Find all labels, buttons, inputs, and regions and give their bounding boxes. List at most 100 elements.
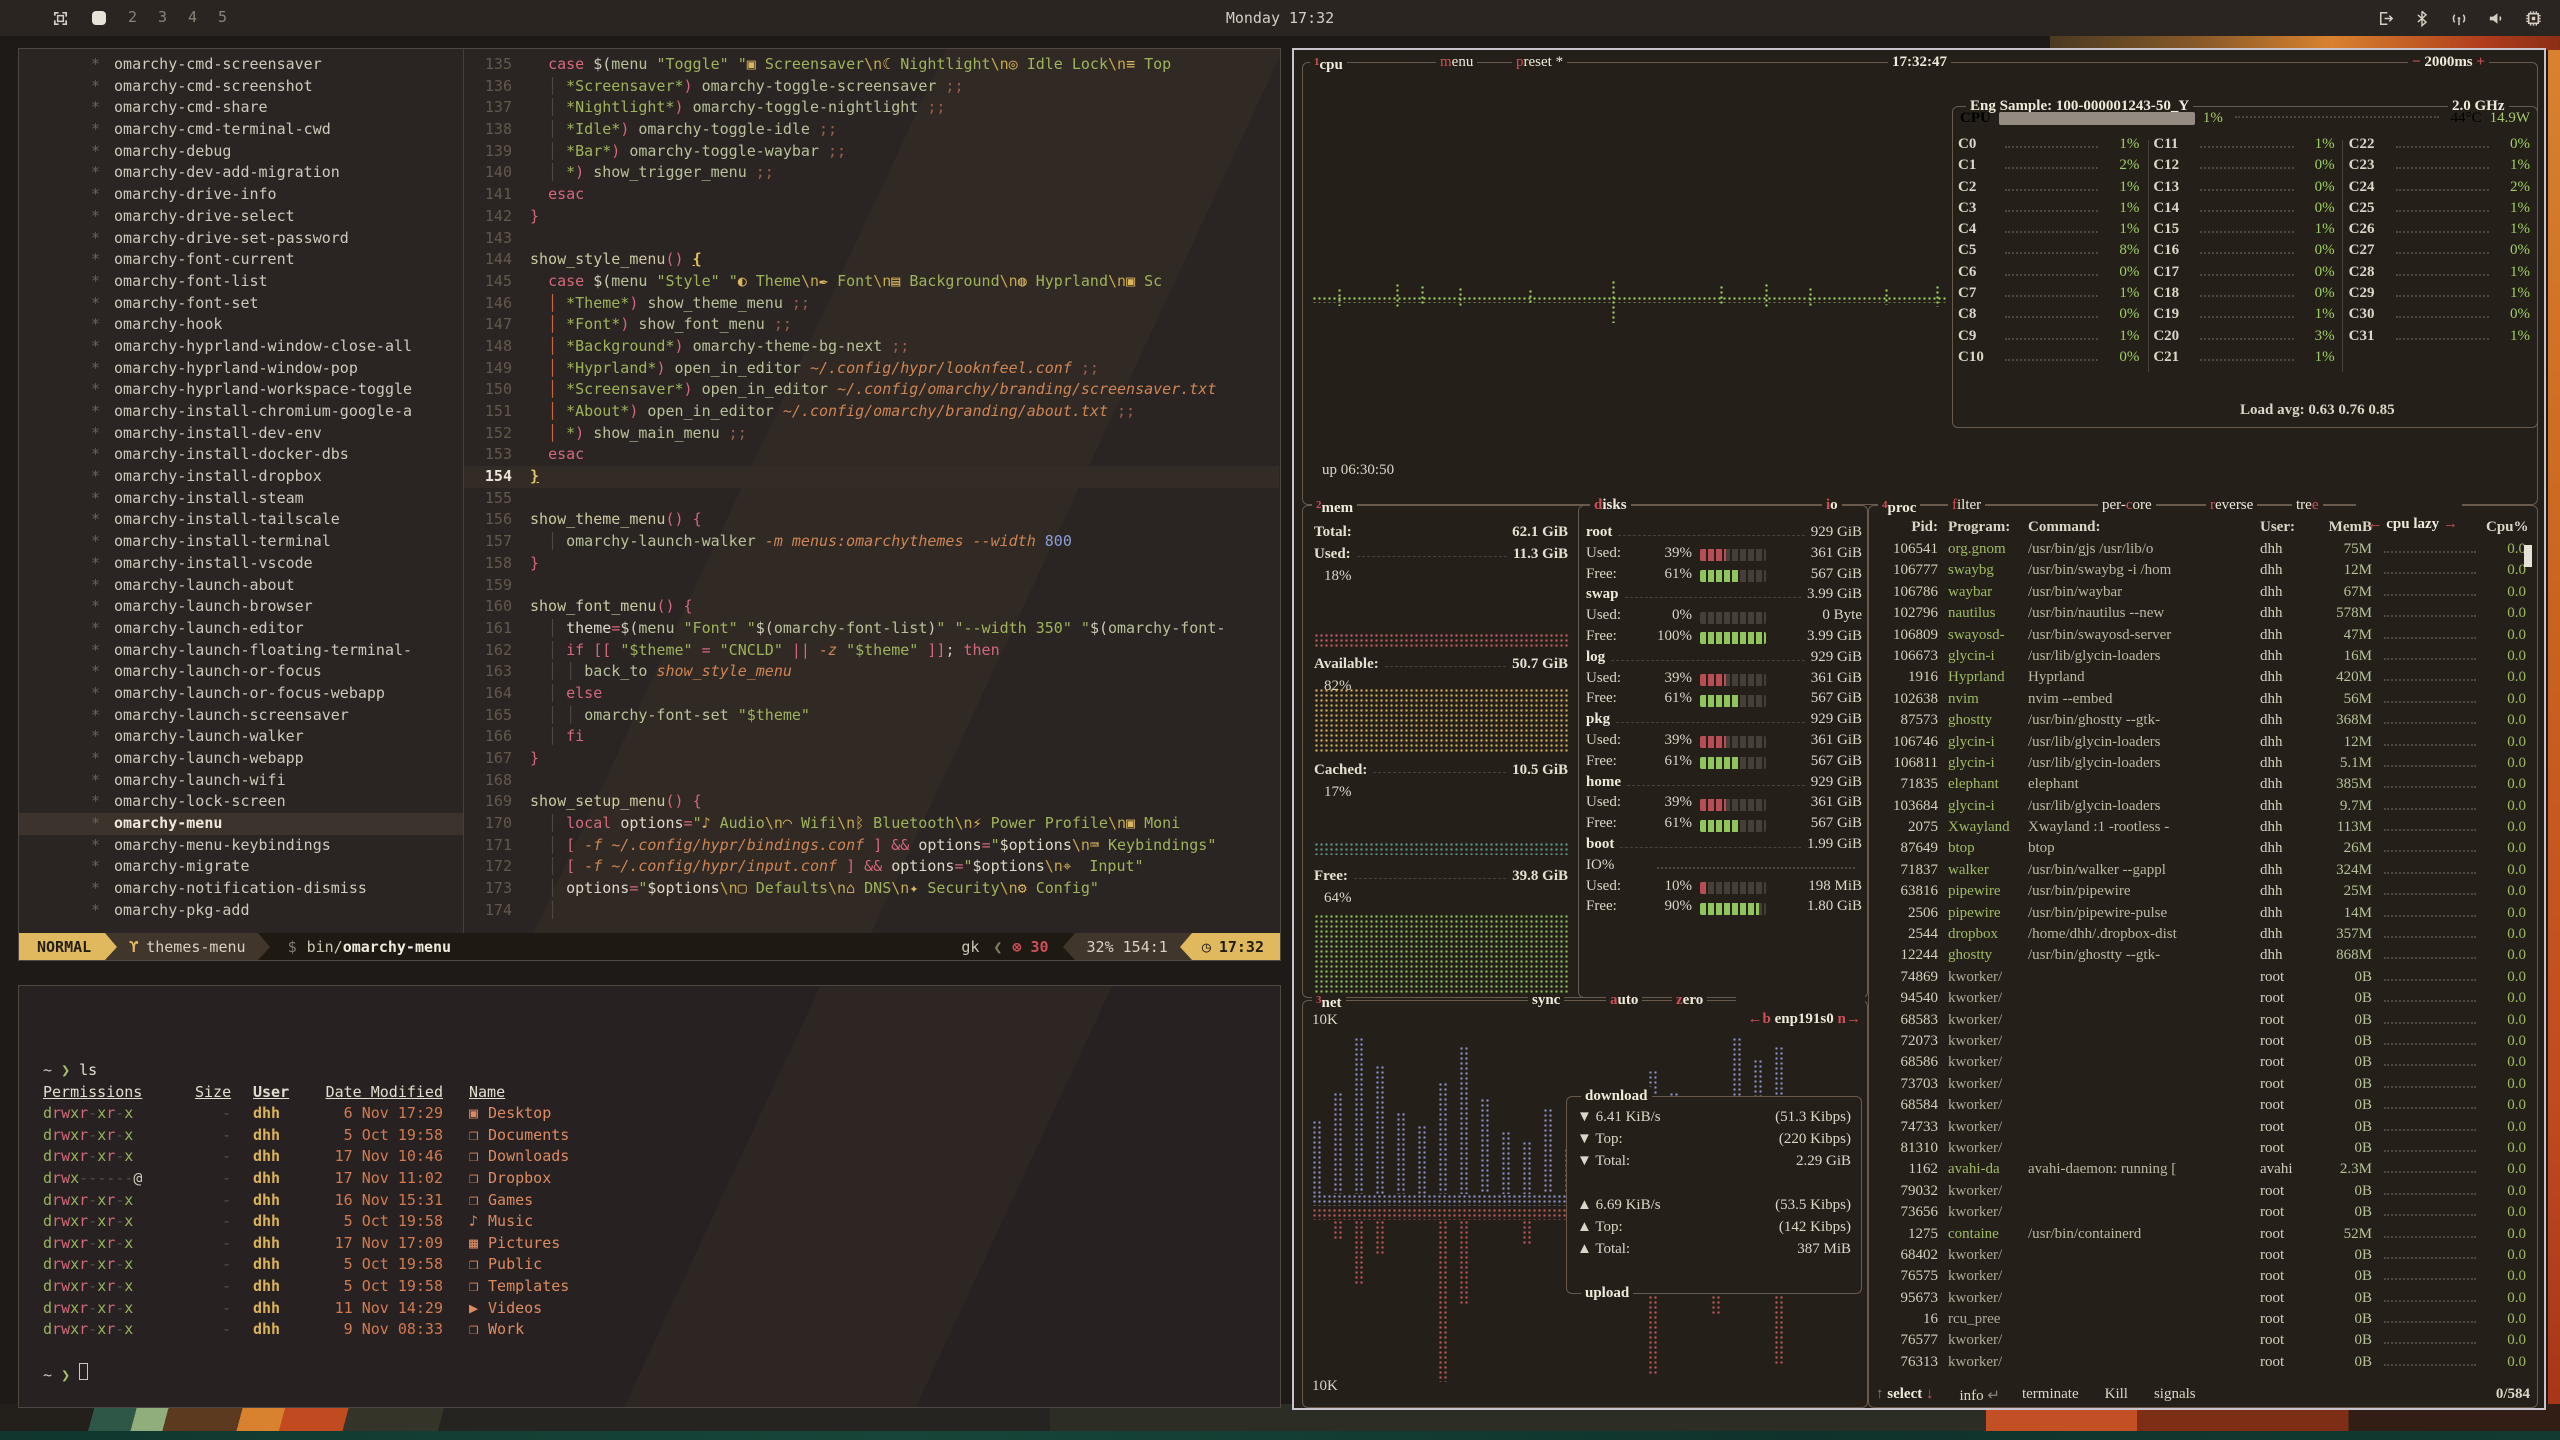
file-item[interactable]: *omarchy-hyprland-window-pop [19,358,463,380]
file-item[interactable]: *omarchy-launch-editor [19,618,463,640]
file-item[interactable]: *omarchy-debug [19,141,463,163]
code-line[interactable]: 168 [464,770,1279,792]
file-item[interactable]: *omarchy-notification-dismiss [19,878,463,900]
file-item[interactable]: *omarchy-lock-screen [19,791,463,813]
code-line[interactable]: 172 │ [ -f ~/.config/hypr/input.conf ] &… [464,856,1279,878]
code-line[interactable]: 159 [464,575,1279,597]
process-row[interactable]: 73656kworker/root0B0.0 [1876,1204,2526,1225]
process-row[interactable]: 2075XwaylandXwayland :1 -rootless -dhh11… [1876,819,2526,840]
file-item[interactable]: *omarchy-launch-floating-terminal- [19,640,463,662]
code-line[interactable]: 147 │ *Font*) show_font_menu ;; [464,314,1279,336]
file-item[interactable]: *omarchy-drive-info [19,184,463,206]
process-row[interactable]: 74733kworker/root0B0.0 [1876,1119,2526,1140]
git-branch[interactable]: ϒ themes-menu [117,933,257,960]
process-row[interactable]: 1916HyprlandHyprlanddhh420M0.0 [1876,669,2526,690]
code-line[interactable]: 170 │ local options="♪ Audio\n◠ Wifi\nᛒ … [464,813,1279,835]
network-icon[interactable] [2446,0,2472,36]
process-row[interactable]: 81310kworker/root0B0.0 [1876,1140,2526,1161]
code-line[interactable]: 146 │ *Theme*) show_theme_menu ;; [464,293,1279,315]
code-line[interactable]: 167} [464,748,1279,770]
process-row[interactable]: 1162avahi-daavahi-daemon: running [avahi… [1876,1161,2526,1182]
file-item[interactable]: *omarchy-install-dev-env [19,423,463,445]
code-line[interactable]: 171 │ [ -f ~/.config/hypr/bindings.conf … [464,835,1279,857]
code-line[interactable]: 135 case $(menu "Toggle" "▣ Screensaver\… [464,54,1279,76]
file-item[interactable]: *omarchy-hyprland-workspace-toggle [19,379,463,401]
process-row[interactable]: 68583kworker/root0B0.0 [1876,1012,2526,1033]
file-item[interactable]: *omarchy-font-list [19,271,463,293]
io-tab[interactable]: io [1822,496,1842,515]
code-line[interactable]: 140 │ *) show_trigger_menu ;; [464,162,1279,184]
code-line[interactable]: 157 │ omarchy-launch-walker -m menus:oma… [464,531,1279,553]
volume-icon[interactable] [2483,0,2509,36]
terminal-prompt[interactable]: ~ ❯ [43,1363,569,1385]
process-row[interactable]: 87649btopbtopdhh26M0.0 [1876,840,2526,861]
process-row[interactable]: 74869kworker/root0B0.0 [1876,969,2526,990]
proc-filter-button[interactable]: filter [1948,496,1985,515]
file-item[interactable]: *omarchy-launch-walker [19,726,463,748]
file-item[interactable]: *omarchy-install-steam [19,488,463,510]
process-row[interactable]: 71835elephantelephantdhh385M0.0 [1876,776,2526,797]
menu-button[interactable]: menu [1436,53,1477,72]
proc-tree-button[interactable]: tree [2292,496,2323,515]
preset-button[interactable]: preset * [1512,53,1567,72]
select-button[interactable]: ↑ select ↓ [1876,1386,1933,1405]
proc-reverse-button[interactable]: reverse [2206,496,2257,515]
cpu-tab[interactable]: 1cpu [1310,53,1347,75]
code-line[interactable]: 166 │ fi [464,726,1279,748]
code-line[interactable]: 137 │ *Nightlight*) omarchy-toggle-night… [464,97,1279,119]
file-item[interactable]: *omarchy-launch-or-focus [19,661,463,683]
process-row[interactable]: 1275containe/usr/bin/containerdroot52M0.… [1876,1226,2526,1247]
process-row[interactable]: 79032kworker/root0B0.0 [1876,1183,2526,1204]
process-row[interactable]: 16rcu_preeroot0B0.0 [1876,1311,2526,1332]
process-row[interactable]: 73703kworker/root0B0.0 [1876,1076,2526,1097]
file-item[interactable]: *omarchy-cmd-terminal-cwd [19,119,463,141]
process-row[interactable]: 106673glycin-i/usr/lib/glycin-loadersdhh… [1876,648,2526,669]
chip-icon[interactable] [2520,0,2546,36]
process-row[interactable]: 94540kworker/root0B0.0 [1876,990,2526,1011]
mem-tab[interactable]: 2mem [1312,496,1357,518]
process-row[interactable]: 103684glycin-i/usr/lib/glycin-loadersdhh… [1876,798,2526,819]
code-line[interactable]: 138 │ *Idle*) omarchy-toggle-idle ;; [464,119,1279,141]
terminate-button[interactable]: terminate [2022,1386,2079,1405]
file-item[interactable]: *omarchy-launch-screensaver [19,705,463,727]
file-item[interactable]: *omarchy-launch-webapp [19,748,463,770]
file-item[interactable]: *omarchy-drive-select [19,206,463,228]
file-item[interactable]: *omarchy-menu [19,813,463,835]
code-line[interactable]: 150 │ *Screensaver*) open_in_editor ~/.c… [464,379,1279,401]
code-line[interactable]: 164 │ else [464,683,1279,705]
process-row[interactable]: 68586kworker/root0B0.0 [1876,1054,2526,1075]
diagnostics-badge[interactable]: ⊗ 30 [1012,938,1048,956]
code-line[interactable]: 154} [464,466,1279,488]
code-line[interactable]: 152 │ *) show_main_menu ;; [464,423,1279,445]
code-line[interactable]: 151 │ *About*) open_in_editor ~/.config/… [464,401,1279,423]
process-row[interactable]: 106786waybar/usr/bin/waybardhh67M0.0 [1876,584,2526,605]
process-row[interactable]: 95673kworker/root0B0.0 [1876,1290,2526,1311]
code-line[interactable]: 158} [464,553,1279,575]
code-line[interactable]: 169show_setup_menu() { [464,791,1279,813]
code-line[interactable]: 139 │ *Bar*) omarchy-toggle-waybar ;; [464,141,1279,163]
process-row[interactable]: 76575kworker/root0B0.0 [1876,1268,2526,1289]
file-item[interactable]: *omarchy-drive-set-password [19,228,463,250]
code-line[interactable]: 174 │ [464,900,1279,922]
net-zero-button[interactable]: zero [1672,991,1707,1010]
disks-tab[interactable]: disks [1590,496,1631,515]
file-item[interactable]: *omarchy-cmd-share [19,97,463,119]
code-line[interactable]: 149 │ *Hyprland*) open_in_editor ~/.conf… [464,358,1279,380]
code-editor[interactable]: 135 case $(menu "Toggle" "▣ Screensaver\… [464,54,1279,922]
code-line[interactable]: 163 │ │ back_to show_style_menu [464,661,1279,683]
process-row[interactable]: 76313kworker/root0B0.0 [1876,1354,2526,1375]
file-item[interactable]: *omarchy-install-terminal [19,531,463,553]
process-row[interactable]: 106811glycin-i/usr/lib/glycin-loadersdhh… [1876,755,2526,776]
code-line[interactable]: 160show_font_menu() { [464,596,1279,618]
process-row[interactable]: 102638nvimnvim --embeddhh56M0.0 [1876,691,2526,712]
process-row[interactable]: 76577kworker/root0B0.0 [1876,1332,2526,1353]
file-item[interactable]: *omarchy-install-tailscale [19,509,463,531]
file-item[interactable]: *omarchy-font-set [19,293,463,315]
file-item[interactable]: *omarchy-pkg-add [19,900,463,922]
file-item[interactable]: *omarchy-hyprland-window-close-all [19,336,463,358]
code-line[interactable]: 142} [464,206,1279,228]
proc-tab[interactable]: 4proc [1878,496,1920,518]
code-line[interactable]: 153 esac [464,444,1279,466]
file-item[interactable]: *omarchy-install-docker-dbs [19,444,463,466]
file-item[interactable]: *omarchy-cmd-screenshot [19,76,463,98]
